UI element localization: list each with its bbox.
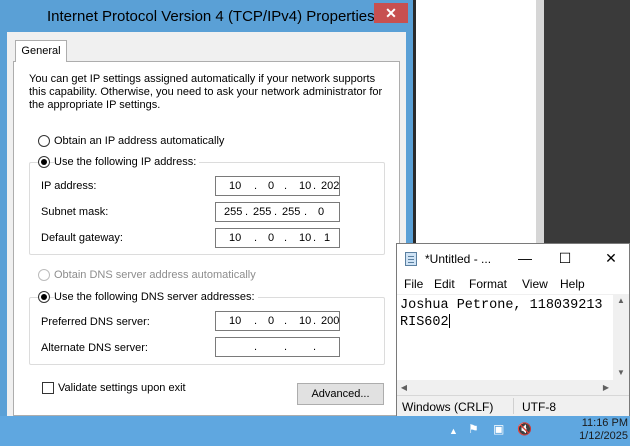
notepad-window: *Untitled - ... — ☐ ✕ File Edit Format V… [396,243,630,417]
clock-time: 11:16 PM [581,417,628,429]
dns-auto-label[interactable]: Obtain DNS server address automatically [54,269,256,281]
text-cursor [448,314,450,329]
validate-checkbox[interactable] [42,382,54,394]
alternate-dns-field[interactable]: . . . [215,337,340,357]
horizontal-scrollbar[interactable]: ◀ ▶ [397,380,613,395]
alternate-dns-label: Alternate DNS server: [41,342,148,354]
notepad-title: *Untitled - ... [425,252,492,266]
vertical-scrollbar[interactable]: ▲ ▼ [613,294,629,395]
notepad-title-bar[interactable]: *Untitled - ... — ☐ ✕ [397,244,629,274]
notepad-status-bar: Windows (CRLF) UTF-8 [397,395,629,416]
notepad-close-button[interactable]: ✕ [596,248,626,268]
notepad-icon [405,252,417,266]
ip-address-label: IP address: [41,180,97,192]
ipv4-properties-dialog: Internet Protocol Version 4 (TCP/IPv4) P… [0,0,413,416]
scroll-up-icon[interactable]: ▲ [613,294,629,308]
ip-manual-label[interactable]: Use the following IP address: [54,156,200,168]
ip-auto-radio[interactable] [38,135,50,147]
scroll-left-icon[interactable]: ◀ [397,380,411,395]
minimize-button[interactable]: — [510,248,540,268]
close-button[interactable]: ✕ [374,3,408,23]
ip-manual-radio[interactable] [38,156,50,168]
menu-help[interactable]: Help [560,277,585,291]
tab-general[interactable]: General [15,40,67,62]
menu-file[interactable]: File [404,277,423,291]
menu-edit[interactable]: Edit [434,277,455,291]
default-gateway-label: Default gateway: [41,232,123,244]
line-ending-status: Windows (CRLF) [402,400,494,414]
maximize-button[interactable]: ☐ [550,248,580,268]
dns-manual-radio[interactable] [38,291,50,303]
intro-text: You can get IP settings assigned automat… [29,73,383,111]
scroll-right-icon[interactable]: ▶ [599,380,613,395]
dns-auto-radio[interactable] [38,269,50,281]
clock-date: 1/12/2025 [579,430,628,442]
ip-address-field[interactable]: 10. 0. 10. 202 [215,176,340,196]
scroll-down-icon[interactable]: ▼ [613,366,629,380]
menu-format[interactable]: Format [469,277,507,291]
dialog-body: General You can get IP settings assigned… [7,32,406,416]
default-gateway-field[interactable]: 10. 0. 10. 1 [215,228,340,248]
encoding-status: UTF-8 [522,400,556,414]
background-window [416,0,536,243]
dns-manual-label[interactable]: Use the following DNS server addresses: [54,291,258,303]
chevron-up-icon[interactable]: ▲ [449,426,458,436]
ip-auto-label[interactable]: Obtain an IP address automatically [54,135,224,147]
text-line-1: Joshua Petrone, 118039213 [400,298,603,313]
background-window-border [536,0,544,243]
desktop-background [544,0,630,243]
text-line-2: RIS602 [400,314,450,330]
flag-icon[interactable]: ⚑ [468,422,479,436]
preferred-dns-label: Preferred DNS server: [41,316,150,328]
taskbar: ▲ ⚑ ▣ 🔇 [0,416,630,446]
notepad-menu-bar: File Edit Format View Help [397,274,629,294]
network-icon[interactable]: ▣ [493,422,504,436]
advanced-button[interactable]: Advanced... [297,383,384,405]
subnet-mask-field[interactable]: 255. 255. 255. 0 [215,202,340,222]
taskbar-clock[interactable]: 11:16 PM 1/12/2025 [548,417,628,443]
validate-label[interactable]: Validate settings upon exit [58,382,186,394]
volume-muted-icon[interactable]: 🔇 [517,422,532,436]
dialog-title-bar[interactable]: Internet Protocol Version 4 (TCP/IPv4) P… [0,0,413,32]
menu-view[interactable]: View [522,277,548,291]
subnet-mask-label: Subnet mask: [41,206,109,218]
preferred-dns-field[interactable]: 10. 0. 10. 200 [215,311,340,331]
dialog-title: Internet Protocol Version 4 (TCP/IPv4) P… [47,8,375,25]
